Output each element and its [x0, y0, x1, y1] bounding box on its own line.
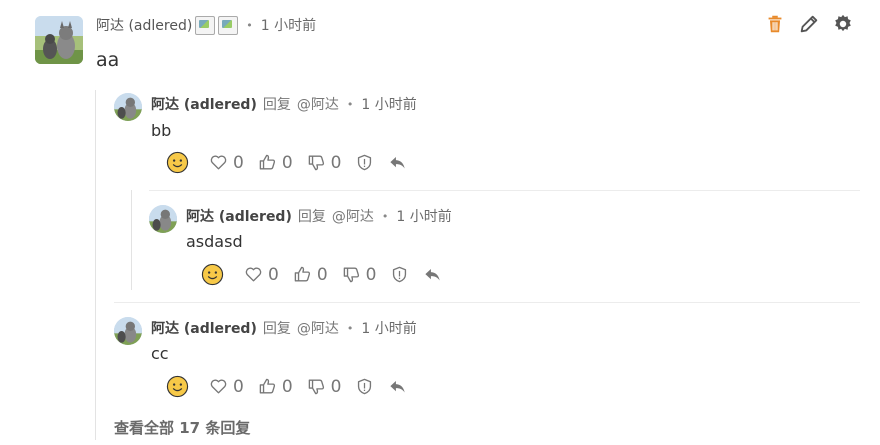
- reply-avatar[interactable]: [149, 205, 177, 233]
- reply-actions: 0 0 0: [201, 263, 456, 286]
- reply-actions: 0 0 0: [166, 151, 421, 174]
- cat-avatar-image: [149, 205, 177, 233]
- like-count: 0: [268, 264, 279, 285]
- reply-button[interactable]: [423, 265, 442, 284]
- like-button[interactable]: 0: [209, 153, 244, 173]
- reply-button[interactable]: [388, 377, 407, 396]
- thumbs-down-count: 0: [365, 264, 377, 285]
- thumbs-down-icon: [308, 379, 324, 395]
- reply-time: 1 小时前: [361, 97, 417, 113]
- reply-body: cc: [151, 344, 169, 363]
- reply-arrow-icon: [390, 380, 406, 393]
- thumbs-up-button[interactable]: 0: [293, 265, 328, 285]
- reply-arrow-icon: [425, 268, 441, 281]
- heart-icon: [245, 267, 262, 282]
- report-button[interactable]: [390, 265, 409, 284]
- thumbs-up-button[interactable]: 0: [258, 153, 293, 173]
- thread-line: [95, 90, 96, 440]
- reply-meta: 阿达 (adlered) 回复 @阿达 • 1 小时前: [186, 206, 452, 226]
- cat-avatar-image: [114, 93, 142, 121]
- reply-arrow-icon: [390, 156, 406, 169]
- reply-word: 回复: [262, 97, 291, 113]
- reply-meta: 阿达 (adlered) 回复 @阿达 • 1 小时前: [151, 94, 417, 114]
- reply-mention[interactable]: @阿达: [297, 318, 339, 338]
- badge-image-icon: [218, 15, 239, 35]
- cat-avatar-image: [114, 317, 142, 345]
- emoji-reaction-icon[interactable]: [166, 151, 189, 174]
- pencil-icon[interactable]: [798, 13, 820, 35]
- thumbs-up-count: 0: [281, 152, 293, 173]
- trash-icon[interactable]: [764, 13, 786, 35]
- separator-dot: •: [381, 209, 389, 223]
- reply-button[interactable]: [388, 153, 407, 172]
- thumbs-down-button[interactable]: 0: [307, 376, 342, 397]
- main-comment-meta: 阿达 (adlered) • 1 小时前: [96, 15, 316, 35]
- main-comment-author[interactable]: 阿达 (adlered): [96, 15, 192, 35]
- thumbs-down-count: 0: [330, 376, 342, 397]
- reply-avatar[interactable]: [114, 317, 142, 345]
- view-all-replies-link[interactable]: 查看全部 17 条回复: [114, 417, 250, 438]
- badge-image-icon: [195, 15, 216, 35]
- reply-word: 回复: [262, 321, 291, 337]
- thumbs-up-icon: [259, 154, 275, 170]
- reply-meta: 阿达 (adlered) 回复 @阿达 • 1 小时前: [151, 318, 417, 338]
- separator-dot: •: [346, 97, 354, 111]
- thumbs-down-icon: [308, 155, 324, 171]
- heart-icon: [210, 155, 227, 170]
- heart-icon: [210, 379, 227, 394]
- separator-dot: •: [246, 18, 253, 32]
- emoji-reaction-icon[interactable]: [166, 375, 189, 398]
- cat-avatar-image: [35, 16, 83, 64]
- thumbs-down-icon: [343, 267, 359, 283]
- like-button[interactable]: 0: [244, 265, 279, 285]
- report-button[interactable]: [355, 377, 374, 396]
- reply-time: 1 小时前: [361, 321, 417, 337]
- main-comment-avatar[interactable]: [35, 16, 83, 64]
- gear-icon[interactable]: [832, 13, 854, 35]
- shield-alert-icon: [358, 154, 372, 171]
- main-comment-body: aa: [96, 49, 120, 71]
- thumbs-up-count: 0: [316, 264, 328, 285]
- emoji-reaction-icon[interactable]: [201, 263, 224, 286]
- reply-actions: 0 0 0: [166, 375, 421, 398]
- thumbs-up-icon: [259, 378, 275, 394]
- reply-mention[interactable]: @阿达: [332, 206, 374, 226]
- main-comment-time: 1 小时前: [260, 18, 317, 34]
- shield-alert-icon: [358, 378, 372, 395]
- reply-divider: [114, 302, 860, 303]
- like-count: 0: [233, 152, 244, 173]
- reply-body: asdasd: [186, 232, 243, 251]
- reply-avatar[interactable]: [114, 93, 142, 121]
- thumbs-down-button[interactable]: 0: [342, 264, 377, 285]
- like-count: 0: [233, 376, 244, 397]
- nested-divider: [149, 190, 860, 191]
- thumbs-up-button[interactable]: 0: [258, 377, 293, 397]
- report-button[interactable]: [355, 153, 374, 172]
- reply-author[interactable]: 阿达 (adlered): [186, 206, 292, 226]
- nested-thread-line: [131, 190, 132, 290]
- thumbs-up-icon: [294, 266, 310, 282]
- reply-body: bb: [151, 121, 172, 140]
- thumbs-down-button[interactable]: 0: [307, 152, 342, 173]
- shield-alert-icon: [393, 266, 407, 283]
- separator-dot: •: [346, 321, 354, 335]
- thumbs-down-count: 0: [330, 152, 342, 173]
- reply-author[interactable]: 阿达 (adlered): [151, 318, 257, 338]
- reply-time: 1 小时前: [396, 209, 452, 225]
- reply-author[interactable]: 阿达 (adlered): [151, 94, 257, 114]
- like-button[interactable]: 0: [209, 377, 244, 397]
- reply-mention[interactable]: @阿达: [297, 94, 339, 114]
- main-comment-toolbar: [752, 13, 854, 35]
- thumbs-up-count: 0: [281, 376, 293, 397]
- reply-word: 回复: [297, 209, 326, 225]
